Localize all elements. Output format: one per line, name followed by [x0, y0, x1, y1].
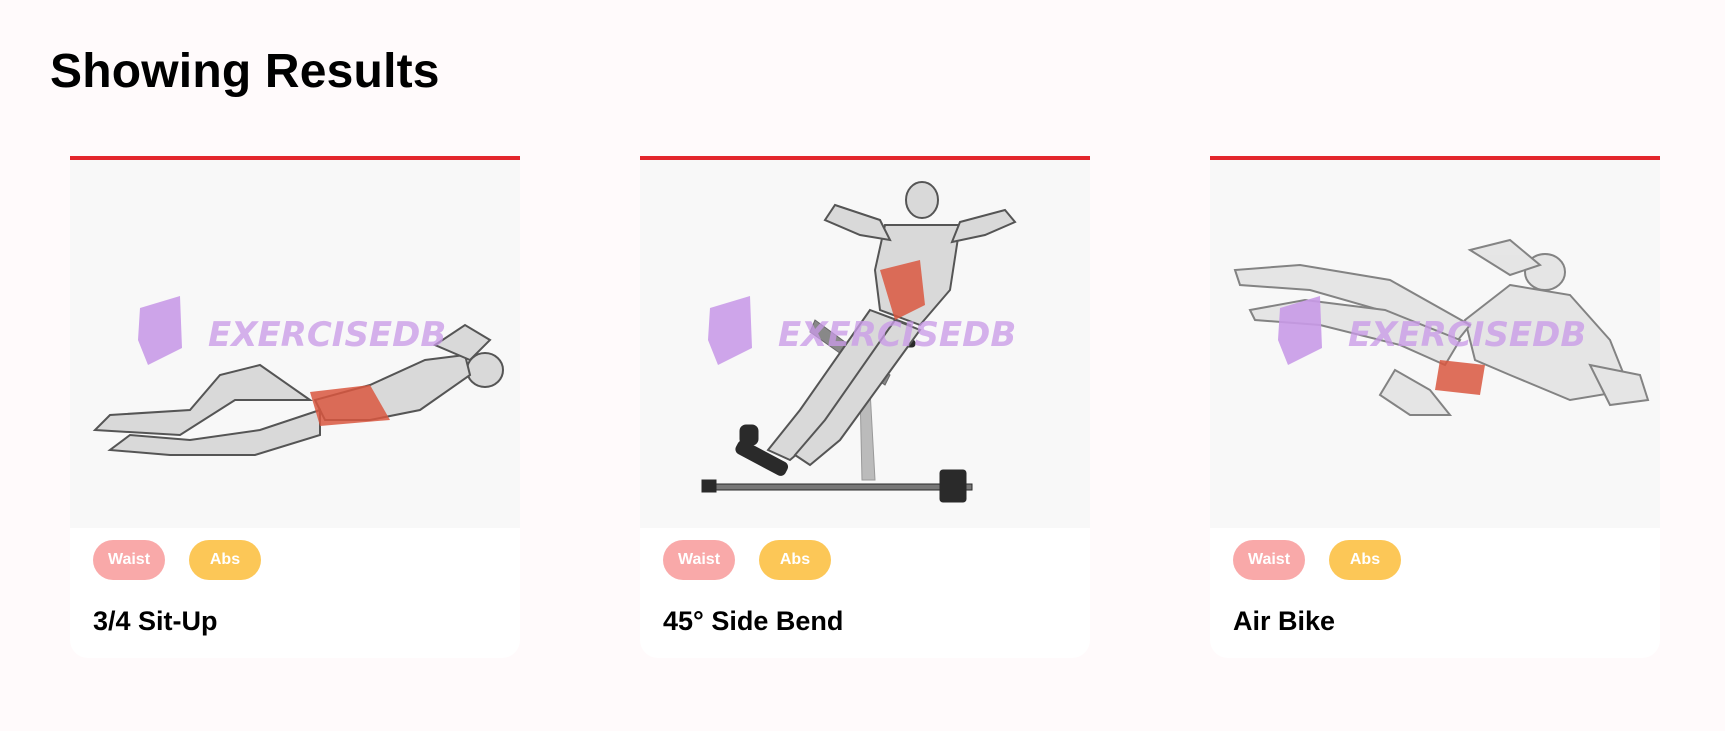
svg-text:EXERCISEDB: EXERCISEDB — [208, 315, 446, 355]
exercise-name[interactable]: Air Bike — [1233, 606, 1335, 637]
exercise-results-grid: EXERCISEDB Waist Abs 3/4 Sit-Up EXERCISE… — [0, 156, 1725, 676]
exercise-name[interactable]: 45° Side Bend — [663, 606, 843, 637]
svg-text:EXERCISEDB: EXERCISEDB — [1348, 315, 1586, 355]
target-muscle-tag[interactable]: Abs — [189, 540, 261, 580]
body-part-tag[interactable]: Waist — [663, 540, 735, 580]
exercise-gif: EXERCISEDB — [640, 160, 1090, 528]
exercise-name[interactable]: 3/4 Sit-Up — [93, 606, 218, 637]
body-part-tag[interactable]: Waist — [93, 540, 165, 580]
watermark: EXERCISEDB — [708, 296, 1016, 365]
page-title: Showing Results — [50, 45, 440, 98]
exercise-gif: EXERCISEDB — [70, 160, 520, 528]
target-muscle-tag[interactable]: Abs — [1329, 540, 1401, 580]
svg-text:EXERCISEDB: EXERCISEDB — [778, 315, 1016, 355]
exercise-card[interactable]: EXERCISEDB Waist Abs Air Bike — [1210, 156, 1660, 658]
body-part-tag[interactable]: Waist — [1233, 540, 1305, 580]
target-muscle-tag[interactable]: Abs — [759, 540, 831, 580]
watermark: EXERCISEDB — [138, 296, 446, 365]
exercise-card[interactable]: EXERCISEDB Waist Abs 45° Side Bend — [640, 156, 1090, 658]
exercise-gif: EXERCISEDB — [1210, 160, 1660, 528]
exercise-card[interactable]: EXERCISEDB Waist Abs 3/4 Sit-Up — [70, 156, 520, 658]
